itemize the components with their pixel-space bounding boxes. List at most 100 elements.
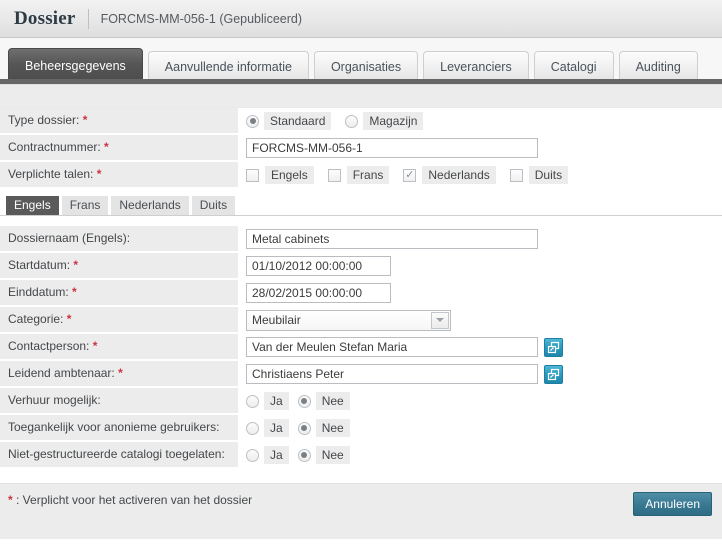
required-marker: * xyxy=(66,312,72,326)
radio-label-magazijn[interactable]: Magazijn xyxy=(363,112,424,130)
radio-type-standaard[interactable] xyxy=(246,114,259,128)
checkbox-label-nederlands[interactable]: Nederlands xyxy=(422,166,496,184)
radio-label-catalogi-ja[interactable]: Ja xyxy=(264,446,289,464)
required-marker: * xyxy=(96,167,102,181)
field-startdatum xyxy=(238,253,722,277)
label-type-dossier: Type dossier: * xyxy=(0,108,238,133)
subtab-duits[interactable]: Duits xyxy=(191,196,236,215)
row-contractnummer: Contractnummer: * xyxy=(0,135,722,160)
row-startdatum: Startdatum: * xyxy=(0,253,722,278)
subtab-label: Nederlands xyxy=(119,198,181,212)
required-marker: * xyxy=(104,140,109,154)
checkbox-label-frans[interactable]: Frans xyxy=(346,166,390,184)
row-verhuur-mogelijk: Verhuur mogelijk: Ja Nee xyxy=(0,388,722,413)
radio-verhuur-ja[interactable] xyxy=(246,394,259,408)
tab-label: Auditing xyxy=(635,60,681,74)
checkbox-taal-engels[interactable] xyxy=(246,168,259,182)
radio-type-magazijn[interactable] xyxy=(345,114,359,128)
required-marker: * xyxy=(8,493,13,507)
field-leidend-ambtenaar xyxy=(238,361,722,385)
einddatum-input[interactable] xyxy=(246,283,391,303)
subtab-engels[interactable]: Engels xyxy=(6,196,59,215)
label-startdatum: Startdatum: * xyxy=(0,253,238,278)
label-text: Contractnummer: xyxy=(8,140,101,154)
categorie-select[interactable]: Meubilair xyxy=(246,309,451,331)
radio-label-anoniem-nee[interactable]: Nee xyxy=(315,419,350,437)
tab-leveranciers[interactable]: Leveranciers xyxy=(423,51,529,82)
page-header: Dossier FORCMS-MM-056-1 (Gepubliceerd) xyxy=(0,0,722,38)
tabbar-underline xyxy=(0,79,722,84)
panel-top-band xyxy=(0,84,722,108)
checkbox-label-engels[interactable]: Engels xyxy=(265,166,314,184)
tab-auditing[interactable]: Auditing xyxy=(618,51,698,82)
field-contactperson xyxy=(238,334,722,358)
chevron-down-icon[interactable] xyxy=(431,311,449,329)
label-contactperson: Contactperson: * xyxy=(0,334,238,359)
row-leidend-ambtenaar: Leidend ambtenaar: * xyxy=(0,361,722,386)
checkbox-label-duits[interactable]: Duits xyxy=(528,166,569,184)
radio-verhuur-nee[interactable] xyxy=(297,394,311,408)
radio-label-standaard[interactable]: Standaard xyxy=(264,112,332,130)
label-einddatum: Einddatum: * xyxy=(0,280,238,305)
label-contractnummer: Contractnummer: * xyxy=(0,135,238,160)
label-text: Toegankelijk voor anonieme gebruikers: xyxy=(8,420,220,434)
radio-anoniem-nee[interactable] xyxy=(297,421,311,435)
radio-label-anoniem-ja[interactable]: Ja xyxy=(264,419,289,437)
subtab-frans[interactable]: Frans xyxy=(61,196,109,215)
label-verplichte-talen: Verplichte talen: * xyxy=(0,162,238,187)
label-text: Verplichte talen: xyxy=(8,167,94,181)
radio-catalogi-ja[interactable] xyxy=(246,448,259,462)
radio-label-verhuur-ja[interactable]: Ja xyxy=(264,392,289,410)
categorie-selected-value: Meubilair xyxy=(252,313,301,327)
cancel-button[interactable]: Annuleren xyxy=(633,492,712,516)
required-marker: * xyxy=(73,258,79,272)
tab-aanvullende-informatie[interactable]: Aanvullende informatie xyxy=(147,51,309,82)
row-type-dossier: Type dossier: * Standaard Magazijn xyxy=(0,108,722,133)
page-title: Dossier xyxy=(14,7,76,29)
tab-label: Catalogi xyxy=(550,60,597,74)
field-verhuur-mogelijk: Ja Nee xyxy=(238,388,722,412)
page-subtitle: FORCMS-MM-056-1 (Gepubliceerd) xyxy=(100,11,302,26)
label-text: Contactperson: xyxy=(8,339,90,353)
radio-label-verhuur-nee[interactable]: Nee xyxy=(315,392,350,410)
tab-label: Organisaties xyxy=(330,60,402,74)
leidend-ambtenaar-input[interactable] xyxy=(246,364,538,384)
label-dossiernaam: Dossiernaam (Engels): xyxy=(0,226,238,251)
row-dossiernaam: Dossiernaam (Engels): xyxy=(0,226,722,251)
tab-label: Aanvullende informatie xyxy=(164,60,292,74)
row-verplichte-talen: Verplichte talen: * Engels Frans ✓ Neder… xyxy=(0,162,722,187)
language-subtabs: Engels Frans Nederlands Duits xyxy=(0,195,722,216)
row-einddatum: Einddatum: * xyxy=(0,280,722,305)
tab-label: Leveranciers xyxy=(440,60,512,74)
label-text: Startdatum: xyxy=(8,258,71,272)
checkbox-taal-nederlands[interactable]: ✓ xyxy=(403,168,417,182)
label-text: Einddatum: xyxy=(8,285,69,299)
popup-window-icon[interactable] xyxy=(544,337,563,357)
header-divider xyxy=(87,8,89,29)
field-toegankelijk-anoniem: Ja Nee xyxy=(238,415,722,439)
tab-beheersgegevens[interactable]: Beheersgegevens xyxy=(8,48,143,82)
checkbox-taal-frans[interactable] xyxy=(327,168,341,182)
radio-catalogi-nee[interactable] xyxy=(297,448,311,462)
tab-organisaties[interactable]: Organisaties xyxy=(313,51,419,82)
row-toegankelijk-anoniem: Toegankelijk voor anonieme gebruikers: J… xyxy=(0,415,722,440)
label-niet-gestructureerde-catalogi: Niet-gestructureerde catalogi toegelaten… xyxy=(0,442,238,467)
required-marker: * xyxy=(72,285,77,299)
label-text: Dossiernaam (Engels): xyxy=(8,231,131,245)
popup-window-icon[interactable] xyxy=(544,364,563,384)
checkbox-taal-duits[interactable] xyxy=(509,168,523,182)
contactperson-input[interactable] xyxy=(246,337,538,357)
radio-anoniem-ja[interactable] xyxy=(246,421,259,435)
dossiernaam-input[interactable] xyxy=(246,229,538,249)
label-categorie: Categorie: * xyxy=(0,307,238,332)
row-contactperson: Contactperson: * xyxy=(0,334,722,359)
row-niet-gestructureerde-catalogi: Niet-gestructureerde catalogi toegelaten… xyxy=(0,442,722,467)
label-toegankelijk-anoniem: Toegankelijk voor anonieme gebruikers: xyxy=(0,415,238,440)
startdatum-input[interactable] xyxy=(246,256,391,276)
subtab-nederlands[interactable]: Nederlands xyxy=(111,196,189,215)
radio-label-catalogi-nee[interactable]: Nee xyxy=(315,446,350,464)
field-verplichte-talen: Engels Frans ✓ Nederlands Duits xyxy=(238,162,722,186)
form-footer: * : Verplicht voor het activeren van het… xyxy=(0,483,722,539)
contractnummer-input[interactable] xyxy=(246,138,538,158)
tab-catalogi[interactable]: Catalogi xyxy=(533,51,614,82)
